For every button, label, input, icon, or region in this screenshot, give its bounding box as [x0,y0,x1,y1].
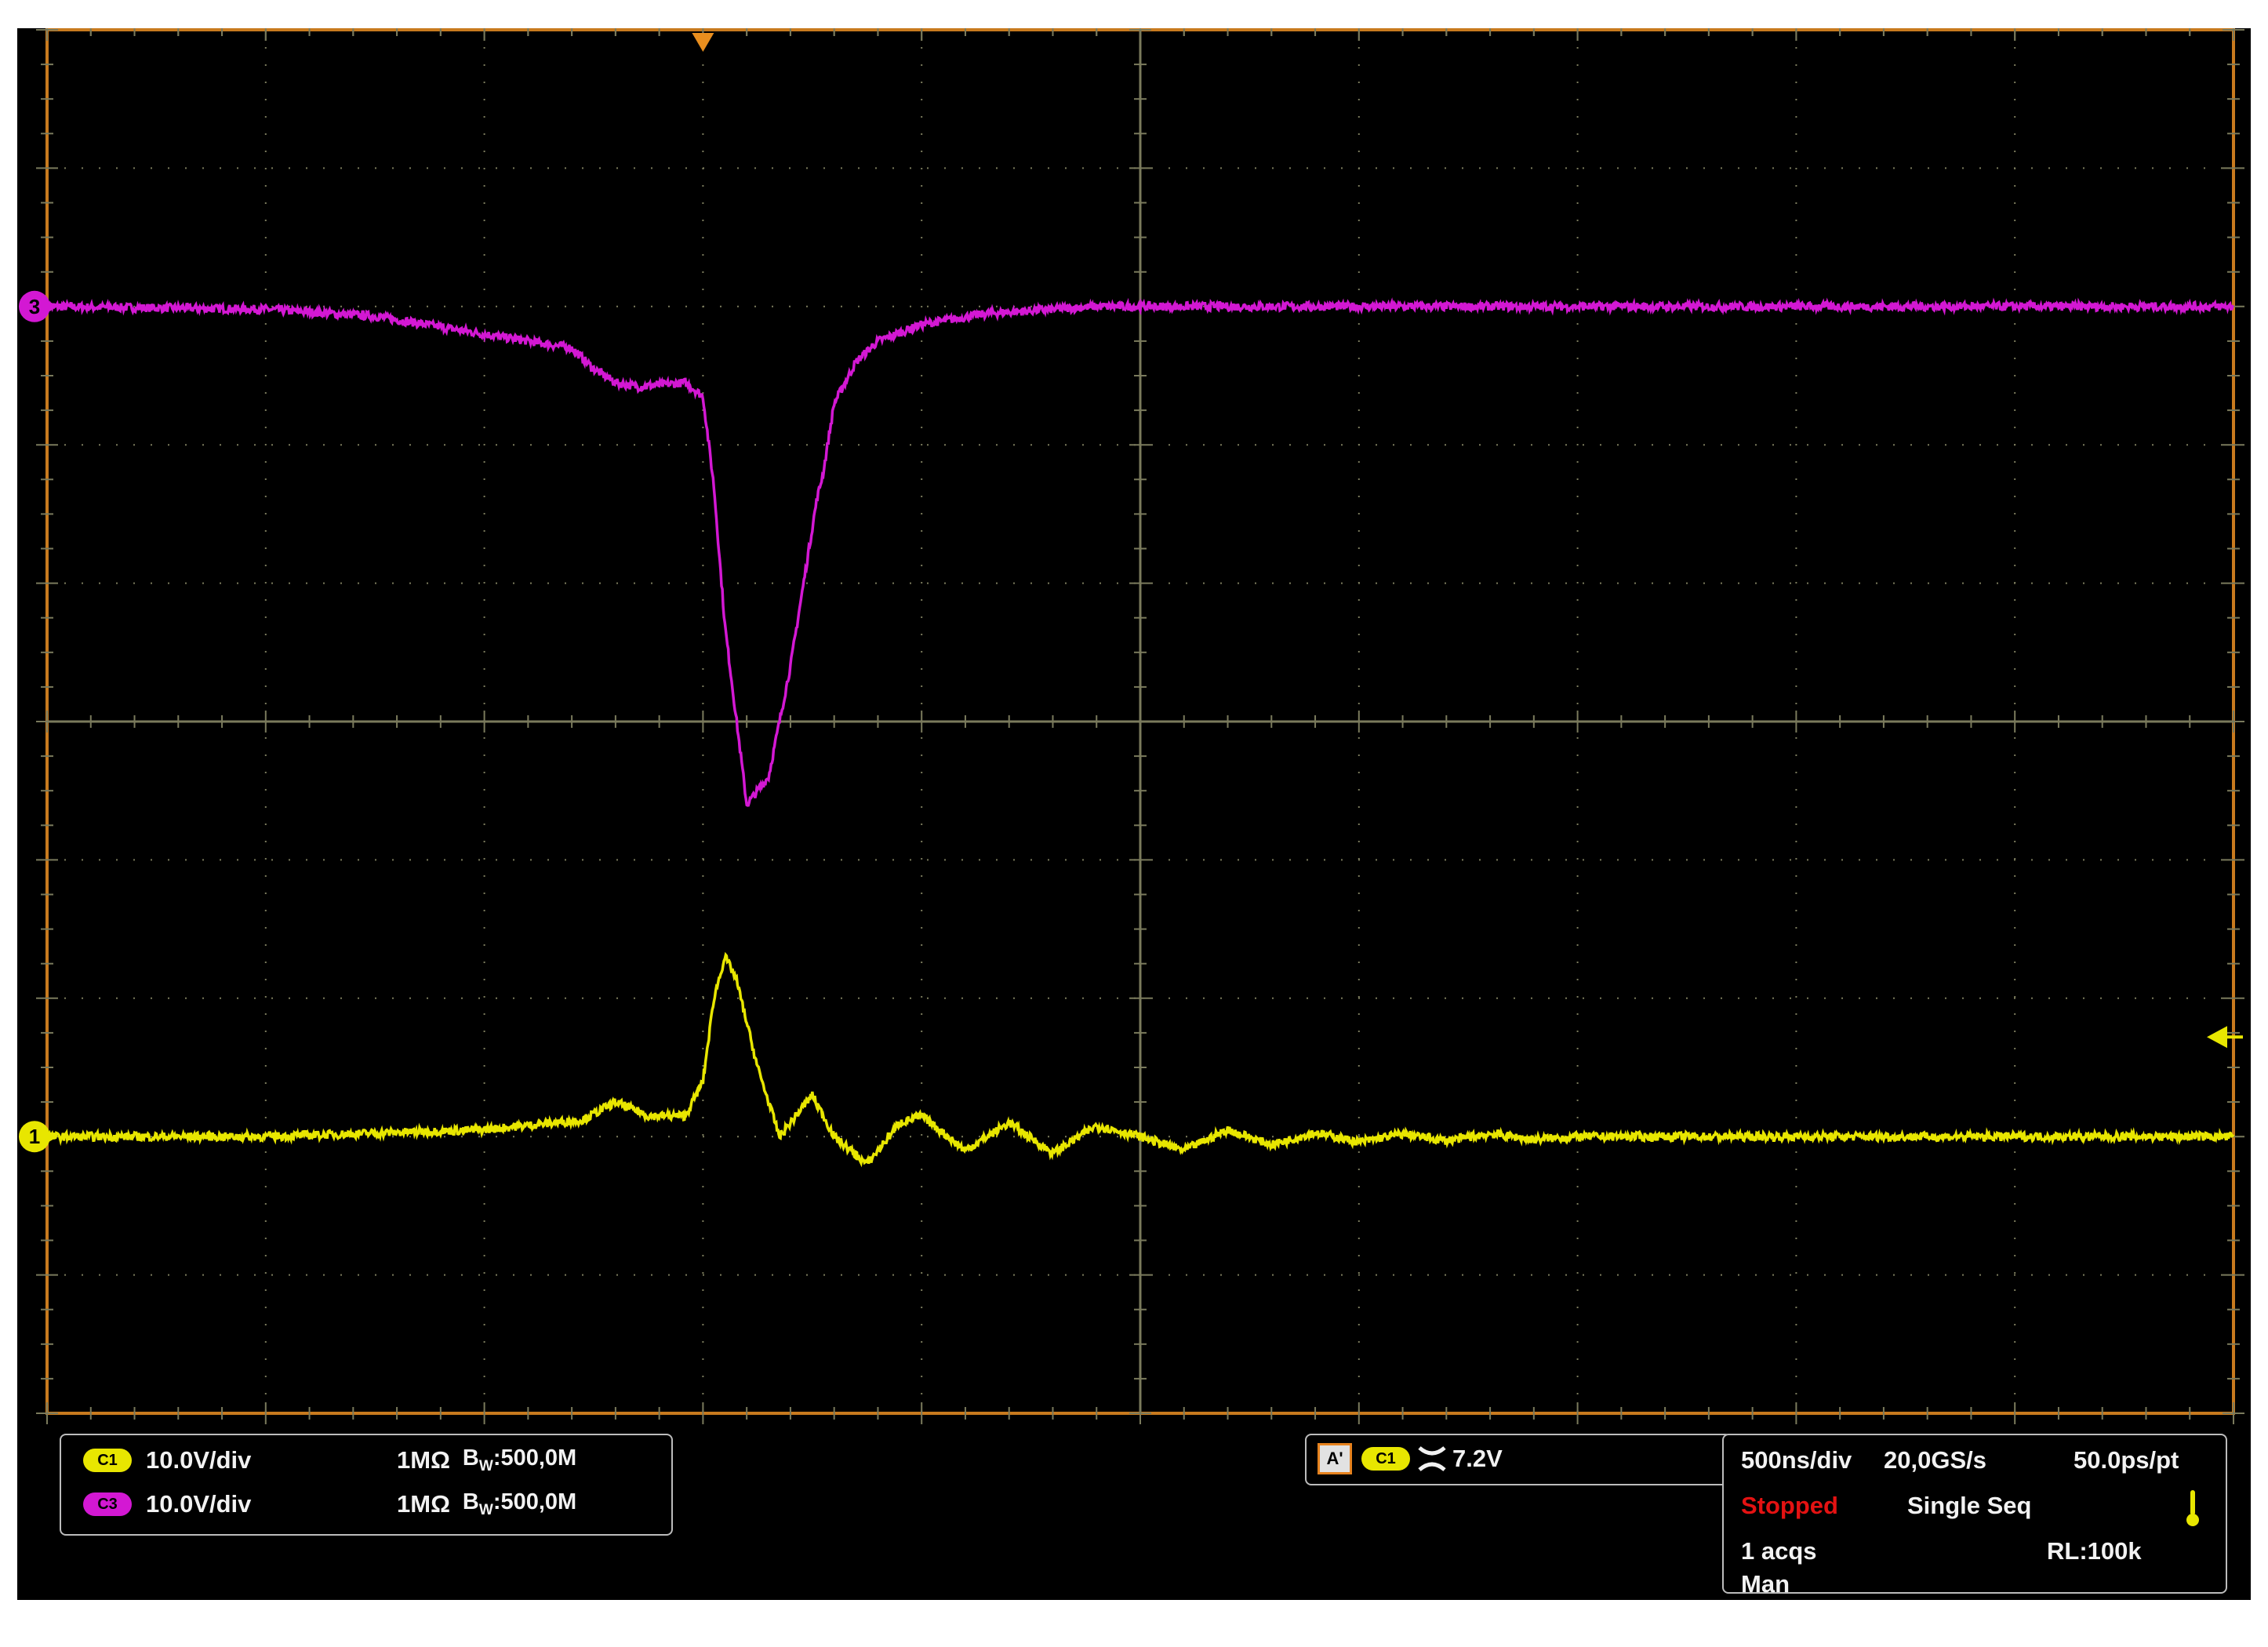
trigger-mode-badge: A' [1318,1443,1352,1474]
graticule [36,28,2244,1424]
ch1-ground-marker: 1 [19,1121,58,1153]
oscilloscope-display: 31 C1 10.0V/div 1MΩ BW:500,0M C3 10.0V/d… [17,28,2251,1600]
channel-badge-c1[interactable]: C1 [83,1449,132,1472]
sample-rate: 20,0GS/s [1884,1446,1986,1474]
trigger-panel[interactable]: A' C1 7.2V [1305,1434,1732,1485]
channel-scale: 10.0V/div [146,1490,252,1518]
bandwidth-label: BW:500,0M [462,1445,577,1474]
trigger-row: A' C1 7.2V [1318,1443,1503,1474]
acquisition-count: 1 acqs [1741,1537,1817,1565]
resolution: 50.0ps/pt [2074,1446,2179,1474]
trigger-slope-icon [1418,1446,1446,1471]
markers: 31 [19,33,2243,1153]
thermometer-icon [2186,1490,2199,1526]
ch3-ground-marker: 3 [19,290,58,322]
trigger-level: 7.2V [1452,1445,1503,1472]
record-length: RL:100k [2047,1537,2142,1565]
channel-badge-c3[interactable]: C3 [83,1492,132,1516]
marker-label: 3 [29,295,40,318]
trigger-source-badge: C1 [1361,1447,1410,1471]
acquisition-mode: Single Seq [1907,1492,2032,1519]
timebase: 500ns/div [1741,1446,1852,1474]
channel-settings-panel: C1 10.0V/div 1MΩ BW:500,0M C3 10.0V/div … [60,1434,673,1536]
channel-row-c3[interactable]: C3 10.0V/div 1MΩ BW:500,0M [83,1489,576,1520]
horizontal-mode-label: Man [1741,1570,1790,1598]
acquisition-status: Stopped [1741,1492,1838,1519]
waveform-display[interactable]: 31 [17,28,2251,1600]
marker-label: 1 [29,1125,40,1148]
channel-impedance: 1MΩ [397,1446,450,1474]
acquisition-panel[interactable]: 500ns/div 20,0GS/s 50.0ps/pt Stopped Sin… [1722,1434,2227,1598]
channel-row-c1[interactable]: C1 10.0V/div 1MΩ BW:500,0M [83,1445,576,1476]
trigger-position-marker [692,33,714,52]
bandwidth-label: BW:500,0M [462,1489,577,1518]
channel-impedance: 1MΩ [397,1490,450,1518]
channel-scale: 10.0V/div [146,1446,252,1474]
